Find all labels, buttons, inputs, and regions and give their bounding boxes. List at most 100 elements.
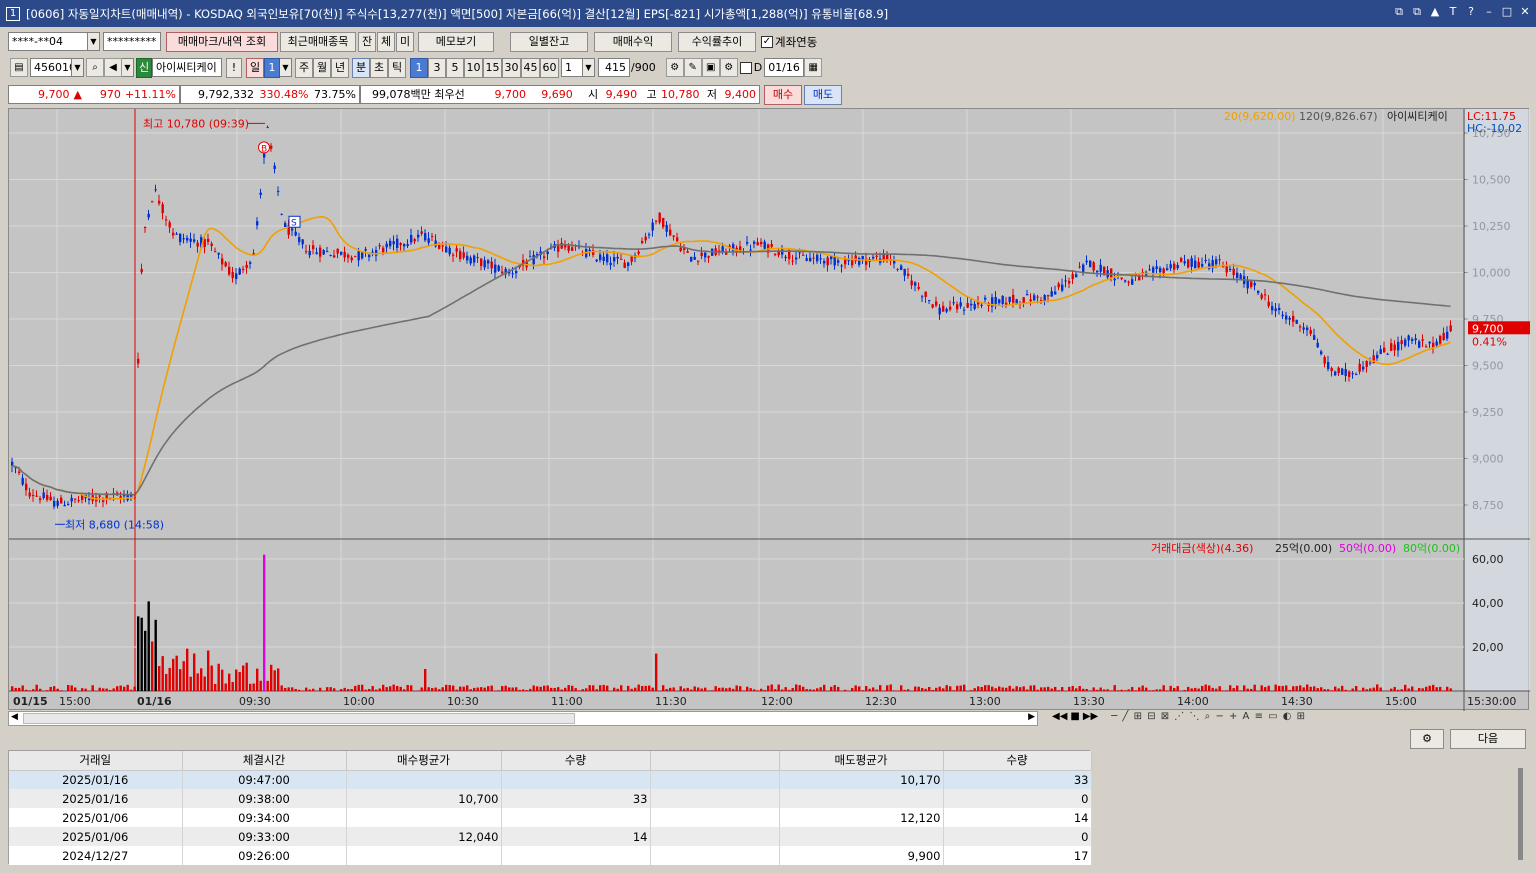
volume-bar — [67, 684, 70, 691]
volume-bar — [546, 685, 549, 691]
candle-body — [462, 252, 465, 258]
candle-body — [1099, 264, 1102, 272]
period-monthly-button[interactable]: 월 — [313, 57, 331, 78]
candle-body — [826, 257, 829, 266]
interval-60-button[interactable]: 60 — [540, 57, 559, 78]
trade-mark-button[interactable]: 매매마크/내역 조회 — [166, 31, 278, 52]
daily-balance-button[interactable]: 일별잔고 — [510, 31, 588, 52]
chart-canvas[interactable]: 10,75010,50010,25010,0009,7509,5009,2509… — [9, 109, 1530, 711]
interval-dropdown-icon[interactable]: ▼ — [583, 58, 595, 77]
pending-button[interactable]: 미 — [396, 31, 414, 52]
interval-input[interactable]: 1 — [561, 58, 583, 77]
chart-settings-icon[interactable]: ⚙ — [665, 58, 684, 77]
rewind-icon[interactable]: ◀◀ — [1052, 711, 1067, 722]
bar-count-input[interactable]: 415 — [598, 58, 630, 77]
candle-body — [648, 234, 651, 236]
table-row[interactable]: 2025/01/16 09:47:00 10,170 33 — [9, 770, 1092, 789]
save-icon[interactable]: ▣ — [701, 58, 720, 77]
interval-15-button[interactable]: 15 — [483, 57, 502, 78]
draw-tools[interactable]: ─ ╱ ⊞ ⊟ ⊠ ⋰ ⋱ ⌕ − + A ≡ ▭ ◐ ⊞ — [1111, 711, 1306, 722]
scroll-thumb[interactable] — [23, 713, 575, 724]
stock-list-icon[interactable]: ▤ — [10, 58, 28, 77]
password-input[interactable]: ********* — [103, 32, 161, 51]
sell-button[interactable]: 매도 — [804, 84, 842, 105]
table-row[interactable]: 2024/12/27 09:26:00 9,900 17 — [9, 846, 1092, 865]
period-count-input[interactable]: 1 — [264, 57, 280, 78]
interval-1-button[interactable]: 1 — [410, 57, 428, 78]
minimize-button[interactable]: – — [1482, 5, 1496, 19]
period-tick-button[interactable]: 틱 — [388, 57, 406, 78]
next-button[interactable]: 다음 — [1450, 729, 1526, 749]
volume-bar — [917, 686, 920, 691]
copy-window-icon[interactable]: ⧉ — [1410, 5, 1424, 19]
font-icon[interactable]: T — [1446, 5, 1460, 19]
stock-code-input[interactable]: 456010 — [30, 58, 72, 77]
calendar-icon[interactable]: ▦ — [804, 58, 823, 77]
interval-30-button[interactable]: 30 — [502, 57, 521, 78]
candle-body — [560, 242, 563, 249]
vol-legend-25: 25억(0.00) — [1275, 542, 1332, 555]
help-icon[interactable]: ? — [1464, 5, 1478, 19]
interval-45-button[interactable]: 45 — [521, 57, 540, 78]
candle-body — [375, 250, 378, 256]
period-daily-button[interactable]: 일 — [246, 57, 264, 78]
candle-body — [651, 222, 654, 231]
volume-bar — [389, 686, 392, 691]
volume-bar — [1022, 686, 1025, 691]
period-dropdown-icon[interactable]: ▼ — [280, 58, 292, 77]
trade-profit-button[interactable]: 매매수익 — [594, 31, 672, 52]
volume-bar — [406, 684, 409, 691]
table-row[interactable]: 2025/01/06 09:34:00 12,120 14 — [9, 808, 1092, 827]
speaker-dropdown-icon[interactable]: ▼ — [122, 58, 134, 77]
interval-3-button[interactable]: 3 — [428, 57, 446, 78]
balance-button[interactable]: 잔 — [358, 31, 376, 52]
account-link-checkbox[interactable]: ✓ — [761, 35, 773, 48]
memo-button[interactable]: 메모보기 — [418, 31, 494, 52]
scroll-left-icon[interactable]: ◀ — [11, 712, 18, 722]
stop-icon[interactable]: ■ — [1070, 711, 1079, 722]
candle-body — [172, 232, 175, 236]
d-checkbox[interactable] — [739, 61, 752, 74]
profit-trend-button[interactable]: 수익률추이 — [678, 31, 756, 52]
candle-chart[interactable]: 10,75010,50010,25010,0009,7509,5009,2509… — [8, 108, 1530, 711]
col-blank — [650, 751, 780, 771]
account-input[interactable]: ****-**04 — [8, 32, 88, 51]
account-dropdown-icon[interactable]: ▼ — [88, 32, 100, 51]
interval-5-button[interactable]: 5 — [446, 57, 464, 78]
close-button[interactable]: ✕ — [1518, 5, 1532, 19]
interval-10-button[interactable]: 10 — [464, 57, 483, 78]
speaker-icon[interactable]: ◀ — [104, 58, 122, 77]
volume-bar — [921, 688, 924, 691]
period-yearly-button[interactable]: 년 — [331, 57, 349, 78]
stock-name-field: 아이씨티케이 — [152, 58, 222, 77]
tool-icon[interactable]: ✎ — [683, 58, 702, 77]
play-icon[interactable]: ▶▶ — [1083, 711, 1098, 722]
table-row[interactable]: 2025/01/06 09:33:00 12,040 14 0 — [9, 827, 1092, 846]
table-settings-button[interactable]: ⚙ — [1410, 729, 1444, 749]
search-icon[interactable]: ⌕ — [86, 58, 104, 77]
candle-body — [1215, 259, 1218, 265]
maximize-button[interactable]: □ — [1500, 5, 1514, 19]
period-minute-button[interactable]: 분 — [352, 57, 370, 78]
volume-bar — [1019, 687, 1022, 691]
buy-button[interactable]: 매수 — [764, 84, 802, 105]
price-change: 970 — [99, 88, 121, 101]
date-input[interactable]: 01/16 — [764, 58, 805, 77]
candle-body — [1176, 264, 1179, 269]
pin-icon[interactable]: ▲ — [1428, 5, 1442, 19]
period-weekly-button[interactable]: 주 — [295, 57, 313, 78]
stock-code-dropdown-icon[interactable]: ▼ — [72, 58, 84, 77]
table-row[interactable]: 2025/01/16 09:38:00 10,700 33 0 — [9, 789, 1092, 808]
gear-icon[interactable]: ⚙ — [719, 58, 738, 77]
volume-bar — [686, 687, 689, 691]
candle-body — [809, 257, 812, 262]
period-second-button[interactable]: 초 — [370, 57, 388, 78]
scroll-right-icon[interactable]: ▶ — [1028, 712, 1035, 722]
table-scrollbar[interactable] — [1518, 768, 1523, 860]
recent-trades-button[interactable]: 최근매매종목 — [280, 31, 356, 52]
chart-scrollbar[interactable]: ◀ ▶ — [8, 711, 1038, 726]
volume-bar — [735, 685, 738, 691]
link-window-icon[interactable]: ⧉ — [1392, 5, 1406, 19]
warning-icon[interactable]: ! — [226, 57, 242, 78]
executed-button[interactable]: 체 — [377, 31, 395, 52]
